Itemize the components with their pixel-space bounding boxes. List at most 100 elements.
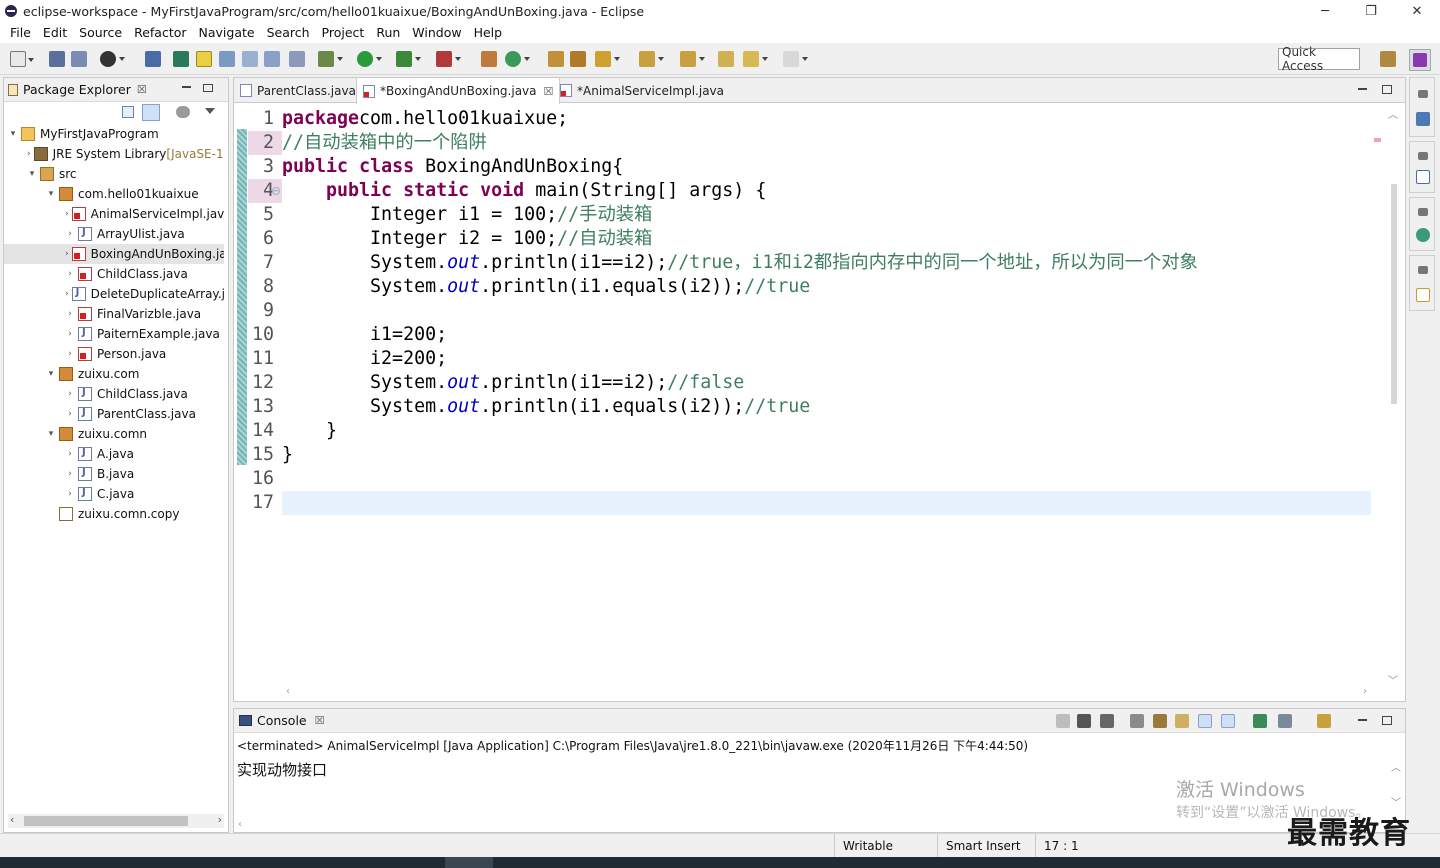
expanded-chevron-icon[interactable]: ▾ bbox=[46, 189, 56, 199]
scroll-thumb[interactable] bbox=[24, 816, 188, 826]
tree-item[interactable]: zuixu.comn.copy bbox=[4, 504, 224, 524]
menu-file[interactable]: File bbox=[4, 25, 37, 40]
collapsed-chevron-icon[interactable]: › bbox=[27, 149, 31, 159]
tree-item[interactable]: › DeleteDuplicateArray.java bbox=[4, 284, 224, 304]
maximize-console-icon[interactable] bbox=[1382, 716, 1392, 725]
menu-edit[interactable]: Edit bbox=[37, 25, 73, 40]
remove-all-terminated-icon[interactable] bbox=[1100, 714, 1114, 728]
link-with-editor-icon[interactable] bbox=[142, 104, 160, 121]
restore-icon[interactable] bbox=[1418, 90, 1428, 98]
tree-item[interactable]: › Person.java bbox=[4, 344, 224, 364]
scroll-left-icon[interactable]: ‹ bbox=[10, 813, 14, 826]
code-line[interactable]: public static void main(String[] args) { bbox=[282, 179, 1371, 203]
editor-hscrollbar[interactable]: ‹ › bbox=[282, 686, 1371, 700]
menu-help[interactable]: Help bbox=[468, 25, 509, 40]
focus-active-task-icon[interactable] bbox=[176, 106, 190, 118]
tree-item[interactable]: › BoxingAndUnBoxing.java bbox=[4, 244, 224, 264]
scroll-left-icon[interactable]: ‹ bbox=[286, 686, 290, 697]
code-line[interactable]: i1=200; bbox=[282, 323, 1371, 347]
coverage-icon[interactable] bbox=[396, 51, 421, 67]
scroll-down-icon[interactable]: ﹀ bbox=[1388, 672, 1398, 687]
code-line[interactable]: //自动装箱中的一个陷阱 bbox=[282, 131, 1371, 155]
outline-icon[interactable] bbox=[1416, 112, 1430, 126]
previous-annotation-icon[interactable] bbox=[680, 51, 705, 67]
code-line[interactable]: System.out.println(i1.equals(i2));//true bbox=[282, 275, 1371, 299]
new-icon[interactable] bbox=[10, 51, 34, 67]
package-explorer-close-icon[interactable]: ☒ bbox=[137, 83, 147, 96]
last-edit-location-icon[interactable] bbox=[718, 51, 734, 67]
minimize-editor-icon[interactable] bbox=[1358, 88, 1367, 90]
minimize-button[interactable]: ─ bbox=[1302, 0, 1348, 22]
scroll-right-icon[interactable]: › bbox=[218, 813, 222, 826]
code-line[interactable]: i2=200; bbox=[282, 347, 1371, 371]
restore-icon[interactable] bbox=[1418, 152, 1428, 160]
collapsed-chevron-icon[interactable]: › bbox=[65, 209, 69, 219]
console-output[interactable]: 实现动物接口 bbox=[237, 759, 327, 780]
terminate-icon[interactable] bbox=[1056, 714, 1070, 728]
menu-search[interactable]: Search bbox=[261, 25, 316, 40]
collapsed-chevron-icon[interactable]: › bbox=[65, 469, 75, 479]
collapsed-chevron-icon[interactable]: › bbox=[65, 409, 75, 419]
code-line[interactable]: System.out.println(i1==i2);//false bbox=[282, 371, 1371, 395]
code-line[interactable]: packagecom.hello01kuaixue; bbox=[282, 107, 1371, 131]
collapsed-chevron-icon[interactable]: › bbox=[65, 349, 75, 359]
open-console-icon[interactable] bbox=[1317, 714, 1331, 728]
expanded-chevron-icon[interactable]: ▾ bbox=[27, 169, 37, 179]
open-project-icon[interactable] bbox=[548, 51, 564, 67]
open-type-icon[interactable] bbox=[173, 51, 189, 67]
show-on-stderr-icon[interactable] bbox=[1221, 714, 1235, 728]
tree-item[interactable]: ▾ zuixu.comn bbox=[4, 424, 224, 444]
tree-item[interactable]: › JRE System Library [JavaSE-1.8] bbox=[4, 144, 224, 164]
show-source-icon[interactable] bbox=[289, 51, 305, 67]
code-line[interactable] bbox=[282, 491, 1371, 515]
expanded-chevron-icon[interactable]: ▾ bbox=[8, 129, 18, 139]
console-close-icon[interactable]: ☒ bbox=[315, 714, 325, 727]
package-explorer-title[interactable]: Package Explorer bbox=[23, 82, 131, 97]
console-vscrollbar[interactable]: ︿ ﹀ bbox=[1391, 759, 1401, 809]
menu-source[interactable]: Source bbox=[73, 25, 128, 40]
maximize-editor-icon[interactable] bbox=[1382, 85, 1392, 94]
console-title[interactable]: Console bbox=[257, 713, 307, 728]
tree-item[interactable]: › A.java bbox=[4, 444, 224, 464]
pin-console-icon[interactable] bbox=[1253, 714, 1267, 728]
forward-icon[interactable] bbox=[783, 51, 808, 67]
collapsed-chevron-icon[interactable]: › bbox=[65, 309, 75, 319]
new-java-class-icon[interactable] bbox=[505, 51, 530, 67]
connect-mylyn-icon[interactable] bbox=[1416, 228, 1430, 242]
javadoc-icon[interactable] bbox=[1416, 288, 1430, 302]
open-folder-icon[interactable] bbox=[570, 51, 586, 67]
code-line[interactable]: } bbox=[282, 443, 1371, 467]
java-perspective-button[interactable] bbox=[1409, 49, 1431, 71]
tab-parentclass[interactable]: ParentClass.java bbox=[234, 78, 362, 103]
tree-item[interactable]: › C.java bbox=[4, 484, 224, 504]
maximize-button[interactable]: ❐ bbox=[1348, 0, 1394, 22]
debug-icon[interactable] bbox=[318, 51, 343, 67]
save-all-icon[interactable] bbox=[71, 51, 87, 67]
tree-item[interactable]: › PaiternExample.java bbox=[4, 324, 224, 344]
next-annotation-icon[interactable] bbox=[639, 51, 664, 67]
task-list-icon[interactable] bbox=[1416, 170, 1430, 184]
collapsed-chevron-icon[interactable]: › bbox=[65, 329, 75, 339]
mark-occurrences-icon[interactable] bbox=[196, 51, 212, 67]
tree-item[interactable]: ▾ com.hello01kuaixue bbox=[4, 184, 224, 204]
code-line[interactable] bbox=[282, 467, 1371, 491]
menu-window[interactable]: Window bbox=[406, 25, 467, 40]
tree-item[interactable]: › FinalVarizble.java bbox=[4, 304, 224, 324]
run-icon[interactable] bbox=[357, 51, 382, 67]
code-line[interactable]: } bbox=[282, 419, 1371, 443]
code-line[interactable]: Integer i1 = 100;//手动装箱 bbox=[282, 203, 1371, 227]
tree-item[interactable]: ▾ zuixu.com bbox=[4, 364, 224, 384]
taskbar-active-app[interactable] bbox=[445, 857, 493, 868]
tab-animalserviceimpl[interactable]: *AnimalServiceImpl.java bbox=[554, 78, 730, 103]
restore-icon[interactable] bbox=[1418, 208, 1428, 216]
menu-project[interactable]: Project bbox=[316, 25, 371, 40]
scroll-up-icon[interactable]: ︿ bbox=[1388, 106, 1398, 121]
scroll-lock-icon[interactable] bbox=[1153, 714, 1167, 728]
package-explorer-hscrollbar[interactable]: ‹ › bbox=[8, 813, 224, 828]
tree-item[interactable]: ▾ src bbox=[4, 164, 224, 184]
close-button[interactable]: ✕ bbox=[1394, 0, 1440, 22]
code-line[interactable]: public class BoxingAndUnBoxing{ bbox=[282, 155, 1371, 179]
editor-scroll-thumb[interactable] bbox=[1391, 184, 1397, 404]
tree-item[interactable]: ▾ MyFirstJavaProgram bbox=[4, 124, 224, 144]
fold-toggle-icon[interactable]: − bbox=[272, 187, 280, 195]
